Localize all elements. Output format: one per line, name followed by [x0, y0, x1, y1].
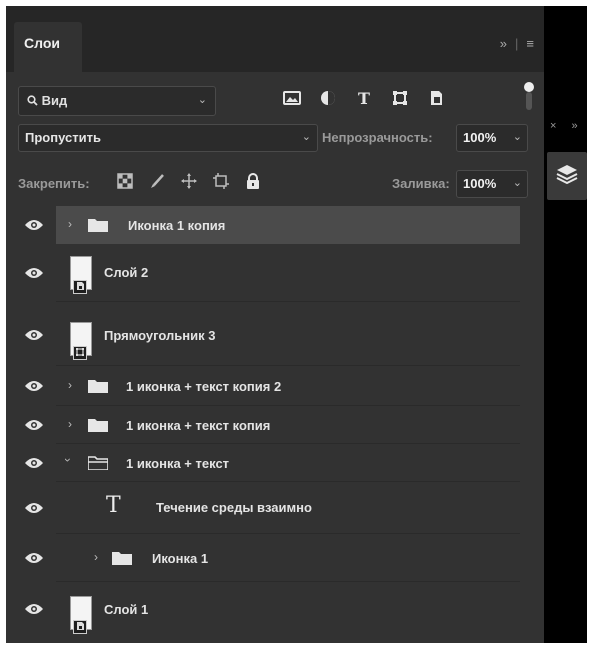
- text-filter-icon[interactable]: T: [354, 88, 374, 108]
- chevron-down-icon: ⌄: [512, 131, 522, 143]
- smart-object-badge-icon: [73, 280, 87, 294]
- smart-object-badge-icon: [73, 620, 87, 634]
- adjustment-filter-icon[interactable]: [318, 88, 338, 108]
- blend-mode-select[interactable]: Пропустить ⌄: [18, 124, 318, 152]
- lock-image-pixels-icon[interactable]: [148, 172, 166, 190]
- eye-icon[interactable]: [24, 456, 44, 470]
- filter-toggle-knob: [524, 82, 534, 92]
- layer-row[interactable]: › 1 иконка + текст: [6, 444, 544, 482]
- eye-icon[interactable]: [24, 501, 44, 515]
- lock-transparent-pixels-icon[interactable]: [116, 172, 134, 190]
- chevron-down-icon: ⌄: [512, 177, 522, 189]
- eye-icon[interactable]: [24, 418, 44, 432]
- header-divider: |: [515, 36, 519, 51]
- pixel-filter-icon[interactable]: [282, 88, 302, 108]
- shape-filter-icon[interactable]: [390, 88, 410, 108]
- layer-row[interactable]: Слой 1: [6, 582, 544, 642]
- expand-arrow-icon[interactable]: ›: [68, 378, 72, 392]
- opacity-input[interactable]: 100% ⌄: [456, 124, 528, 152]
- folder-icon: [88, 218, 108, 232]
- layer-name: Слой 1: [104, 602, 149, 617]
- fill-value: 100%: [463, 176, 497, 191]
- tab-layers-label: Слои: [24, 35, 60, 51]
- lock-artboard-icon[interactable]: [212, 172, 230, 190]
- expand-arrow-icon[interactable]: ›: [68, 417, 72, 431]
- lock-position-icon[interactable]: [180, 172, 198, 190]
- layers-stack-icon: [556, 164, 578, 189]
- panel-menu-icon[interactable]: ≡: [526, 36, 534, 51]
- fill-input[interactable]: 100% ⌄: [456, 170, 528, 198]
- lock-label: Закрепить:: [18, 176, 90, 191]
- eye-icon[interactable]: [24, 551, 44, 565]
- eye-icon[interactable]: [24, 328, 44, 342]
- dock-controls: × »: [550, 120, 578, 132]
- lock-all-icon[interactable]: [244, 172, 262, 190]
- search-icon: [27, 93, 42, 108]
- close-icon[interactable]: ×: [550, 120, 556, 132]
- lock-icons: [116, 172, 262, 190]
- filter-toggle-track: [526, 92, 532, 110]
- chevron-down-icon: ⌄: [197, 94, 207, 106]
- filter-kind-text: Вид: [41, 93, 68, 108]
- expand-arrow-icon[interactable]: ›: [68, 217, 72, 231]
- tab-layers[interactable]: Слои: [14, 22, 82, 72]
- layer-row[interactable]: Прямоугольник 3: [6, 302, 544, 366]
- folder-icon: [112, 551, 132, 565]
- layer-name: Иконка 1: [152, 551, 209, 566]
- layer-row[interactable]: › 1 иконка + текст копия 2: [6, 366, 544, 406]
- layers-dock-button[interactable]: [547, 152, 587, 200]
- blend-mode-label: Пропустить: [25, 130, 101, 145]
- layer-row[interactable]: › Иконка 1 копия: [6, 206, 544, 244]
- layer-row[interactable]: › Иконка 1: [6, 534, 544, 582]
- collapse-arrow-icon[interactable]: ›: [61, 458, 75, 462]
- smart-object-filter-icon[interactable]: [426, 88, 446, 108]
- filter-toggle[interactable]: [522, 82, 536, 112]
- selection-highlight: [56, 206, 520, 244]
- eye-icon[interactable]: [24, 379, 44, 393]
- layer-name: 1 иконка + текст: [126, 456, 230, 471]
- eye-icon[interactable]: [24, 602, 44, 616]
- expand-arrow-icon[interactable]: ›: [94, 550, 98, 564]
- layer-name: Течение среды взаимно: [156, 500, 312, 515]
- eye-icon[interactable]: [24, 218, 44, 232]
- panel-header: Слои » | ≡: [6, 6, 544, 72]
- text-layer-icon: T: [106, 493, 121, 518]
- folder-icon: [88, 418, 108, 432]
- layer-row[interactable]: T Течение среды взаимно: [6, 482, 544, 534]
- eye-icon[interactable]: [24, 266, 44, 280]
- fill-label: Заливка:: [392, 176, 450, 191]
- collapse-dock-icon[interactable]: »: [572, 120, 578, 132]
- layer-name: Прямоугольник 3: [104, 328, 216, 343]
- filter-type-icons: T: [282, 88, 446, 108]
- layer-name: 1 иконка + текст копия: [126, 418, 271, 433]
- layer-name: Иконка 1 копия: [128, 218, 226, 233]
- filter-kind-label: Вид: [27, 93, 67, 108]
- layer-row[interactable]: Слой 2: [6, 244, 544, 302]
- layers-panel: Слои » | ≡ Вид ⌄ T Пропустить ⌄ Непрозра…: [6, 6, 544, 643]
- filter-kind-select[interactable]: Вид ⌄: [18, 86, 216, 116]
- expand-panel-icon[interactable]: »: [500, 36, 507, 51]
- layer-row[interactable]: › 1 иконка + текст копия: [6, 406, 544, 444]
- layer-name: 1 иконка + текст копия 2: [126, 379, 282, 394]
- layer-name: Слой 2: [104, 265, 149, 280]
- opacity-label: Непрозрачность:: [322, 130, 433, 145]
- opacity-value: 100%: [463, 130, 497, 145]
- app-frame: Слои » | ≡ Вид ⌄ T Пропустить ⌄ Непрозра…: [6, 6, 587, 643]
- folder-icon: [88, 379, 108, 393]
- open-folder-icon: [87, 456, 109, 471]
- shape-badge-icon: [73, 346, 87, 360]
- chevron-down-icon: ⌄: [301, 131, 311, 143]
- header-actions: » | ≡: [500, 36, 534, 51]
